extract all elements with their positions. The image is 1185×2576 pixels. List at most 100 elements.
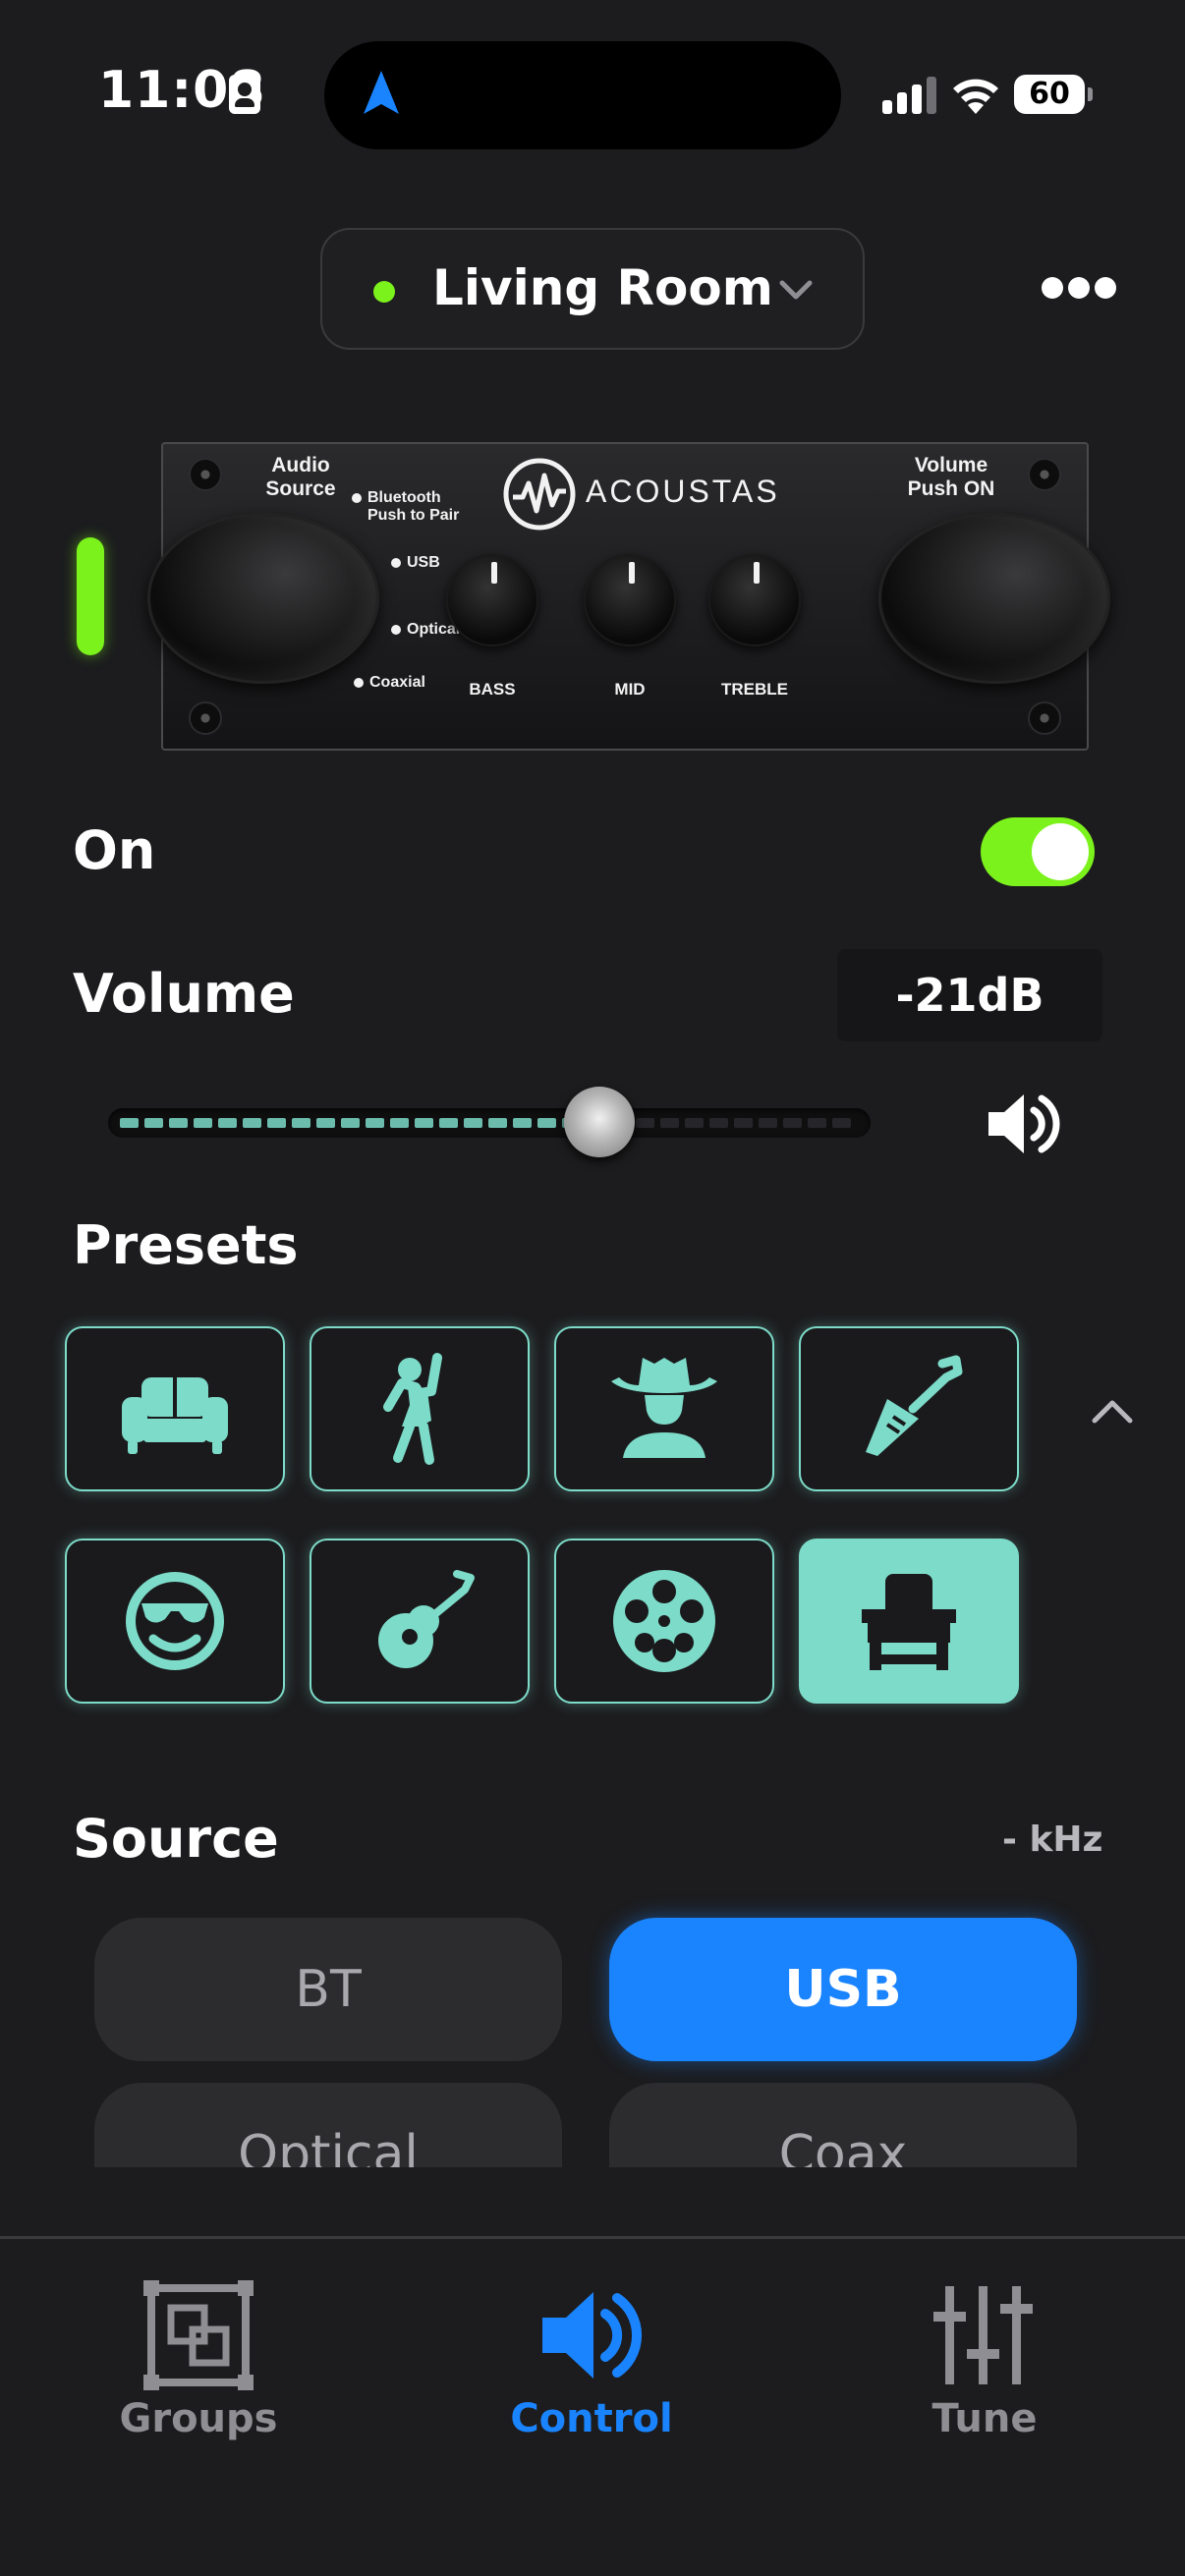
sliders-icon [933,2286,1033,2384]
preset-movie[interactable] [554,1539,774,1704]
source-coax-button[interactable]: Coax [609,2083,1077,2167]
sample-rate: - kHz [1002,1820,1103,1860]
screw [1030,460,1059,489]
volume-slider-segment [734,1118,753,1128]
preset-country[interactable] [554,1326,774,1491]
speaker-icon [542,2292,643,2379]
preset-theater[interactable] [799,1539,1019,1704]
preset-dance[interactable] [310,1326,530,1491]
source-bluetooth: Bluetooth Push to Pair [351,489,460,524]
room-name: Living Room [432,259,773,316]
audio-source-label: Audio Source [265,454,336,501]
chevron-down-icon [779,280,813,300]
room-selector[interactable]: Living Room [320,228,865,350]
volume-slider-segment [464,1118,482,1128]
source-scroll-area: Optical Coax [0,2083,1185,2167]
volume-slider-segment [783,1118,802,1128]
source-optical-button[interactable]: Optical [94,2083,562,2167]
volume-slider-segment [660,1118,679,1128]
volume-slider-segment [292,1118,310,1128]
groups-icon [143,2280,254,2390]
volume-slider-segment [439,1118,458,1128]
contact-card-icon [229,75,260,114]
tab-control-label: Control [510,2396,673,2441]
bass-knob [446,554,538,646]
volume-slider-segment [194,1118,212,1128]
electric-guitar-icon [866,1355,963,1456]
volume-slider-segment [488,1118,507,1128]
more-options-icon[interactable] [1042,277,1116,301]
volume-readout: -21dB [837,949,1102,1041]
toggle-thumb [1032,823,1089,880]
device-panel-image: Audio Source Volume Push ON Bluetooth Pu… [147,442,1110,751]
power-indicator-bar [77,537,104,655]
volume-slider-segment [316,1118,335,1128]
speaker-icon[interactable] [985,1089,1063,1159]
volume-slider-segment [218,1118,237,1128]
tab-control[interactable]: Control [444,2276,739,2473]
couch-icon [122,1377,228,1454]
acoustic-guitar-icon [378,1570,475,1668]
source-label: Source [73,1808,279,1870]
volume-slider-segment [120,1118,139,1128]
source-knob [147,513,379,684]
volume-knob [878,513,1110,684]
volume-knob-label: Volume Push ON [907,454,995,501]
cowboy-icon [611,1358,717,1458]
source-coaxial: Coaxial [354,674,425,691]
volume-slider-segment [169,1118,188,1128]
preset-couch[interactable] [65,1326,285,1491]
chevron-up-icon[interactable] [1089,1393,1136,1427]
tab-groups[interactable]: Groups [51,2276,346,2473]
screw [191,460,220,489]
power-label: On [73,819,156,881]
tab-groups-label: Groups [119,2396,278,2441]
cellular-signal-icon [882,77,937,114]
bass-label: BASS [469,680,516,699]
room-status-dot [373,281,395,303]
volume-slider-segment [832,1118,851,1128]
armchair-icon [862,1574,956,1670]
preset-cool[interactable] [65,1539,285,1704]
brand-name: ACOUSTAS [586,474,780,509]
volume-slider-segment [759,1118,777,1128]
treble-knob [708,554,801,646]
screw [1030,703,1059,733]
source-bt-button[interactable]: BT [94,1918,562,2061]
volume-slider-segment [243,1118,261,1128]
volume-slider-segment [636,1118,654,1128]
treble-label: TREBLE [721,680,788,699]
preset-rock[interactable] [799,1326,1019,1491]
tab-tune[interactable]: Tune [837,2276,1132,2473]
source-usb-button[interactable]: USB [609,1918,1077,2061]
volume-slider-segment [366,1118,384,1128]
source-usb: USB [391,554,440,571]
screw [191,703,220,733]
film-reel-icon [613,1570,715,1672]
volume-slider-segment [267,1118,286,1128]
volume-slider-segment [808,1118,826,1128]
volume-slider-segment [415,1118,433,1128]
dancing-person-icon [383,1353,442,1465]
power-toggle[interactable] [981,817,1095,886]
mid-label: MID [614,680,646,699]
dynamic-island [324,41,841,149]
volume-slider-track[interactable] [108,1108,871,1138]
volume-slider-thumb[interactable] [564,1087,635,1157]
volume-slider-segment [144,1118,163,1128]
location-arrow-icon [364,71,399,114]
volume-label: Volume [73,963,295,1025]
tab-tune-label: Tune [931,2396,1038,2441]
wifi-icon [953,79,998,114]
volume-slider-segment [537,1118,556,1128]
preset-acoustic[interactable] [310,1539,530,1704]
presets-label: Presets [73,1214,299,1276]
volume-slider-segment [685,1118,704,1128]
battery-tip [1088,87,1093,101]
battery-indicator: 60 [1014,75,1085,114]
mid-knob [584,554,676,646]
volume-slider-segment [341,1118,360,1128]
volume-slider-segment [390,1118,409,1128]
volume-slider-segment [709,1118,728,1128]
sunglasses-smiley-icon [126,1572,224,1670]
